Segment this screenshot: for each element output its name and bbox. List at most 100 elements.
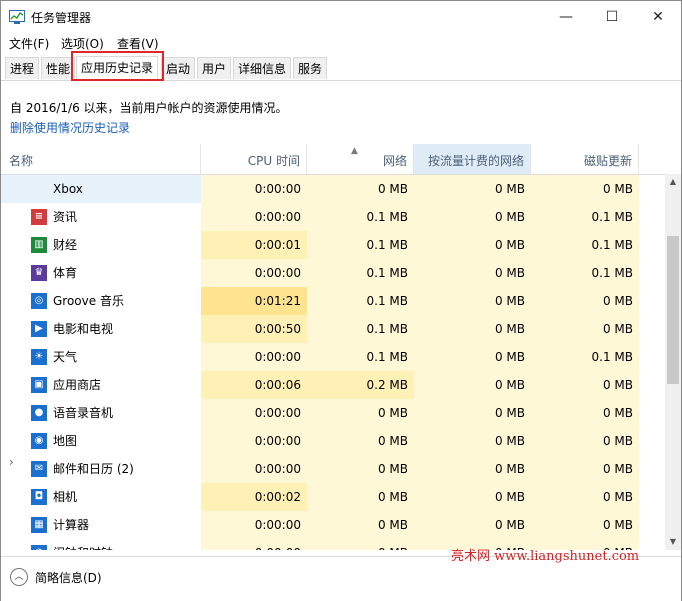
table-row[interactable]: ▣ 应用商店 0:00:06 0.2 MB 0 MB 0 MB: [1, 371, 665, 399]
cpu-time-cell: 0:00:06: [201, 371, 307, 399]
network-cell: 0.1 MB: [307, 343, 414, 371]
table-row[interactable]: ◘ 相机 0:00:02 0 MB 0 MB 0 MB: [1, 483, 665, 511]
network-cell: 0 MB: [307, 175, 414, 203]
minimize-button[interactable]: —: [543, 1, 589, 33]
network-cell: 0 MB: [307, 455, 414, 483]
app-history-table: 名称 CPU 时间 网络 按流量计费的网络 磁贴更新 ▲ XXbox0:00:0…: [1, 144, 665, 550]
tab-services[interactable]: 服务: [293, 57, 328, 79]
cpu-time-cell: 0:00:00: [201, 259, 307, 287]
tile-updates-cell: 0.1 MB: [531, 231, 639, 259]
tab-details[interactable]: 详细信息: [233, 57, 292, 79]
network-cell: 0 MB: [307, 483, 414, 511]
network-cell: 0 MB: [307, 511, 414, 539]
usage-info-text: 自 2016/1/6 以来，当前用户帐户的资源使用情况。: [10, 101, 288, 115]
cpu-time-cell: 0:00:01: [201, 231, 307, 259]
tile-updates-cell: 0.1 MB: [531, 259, 639, 287]
column-header-metered-network[interactable]: 按流量计费的网络: [414, 144, 531, 174]
chevron-up-icon[interactable]: ︿: [10, 568, 28, 586]
app-name: 电影和电视: [53, 322, 114, 336]
fewer-details-button[interactable]: 简略信息(D): [35, 569, 102, 586]
menu-options[interactable]: 选项(O): [61, 35, 104, 52]
tile-updates-cell: 0 MB: [531, 399, 639, 427]
scroll-up-icon[interactable]: ▲: [665, 174, 681, 190]
app-name: 计算器: [53, 518, 90, 532]
metered-network-cell: 0 MB: [414, 343, 531, 371]
menu-view[interactable]: 查看(V): [117, 35, 159, 52]
table-row[interactable]: ◎ Groove 音乐 0:01:21 0.1 MB 0 MB 0 MB: [1, 287, 665, 315]
close-button[interactable]: ✕: [635, 1, 681, 33]
tab-app-history[interactable]: 应用历史记录: [76, 56, 159, 80]
column-header-cpu-time[interactable]: CPU 时间: [201, 144, 307, 174]
network-cell: 0.1 MB: [307, 287, 414, 315]
table-header: 名称 CPU 时间 网络 按流量计费的网络 磁贴更新 ▲: [1, 144, 665, 175]
sort-up-icon: ▲: [351, 146, 358, 156]
app-name: 财经: [53, 238, 78, 252]
tile-updates-cell: 0 MB: [531, 315, 639, 343]
cpu-time-cell: 0:00:00: [201, 203, 307, 231]
app-name: Xbox: [1, 175, 201, 203]
cpu-time-cell: 0:00:00: [201, 427, 307, 455]
cpu-time-cell: 0:00:00: [201, 175, 307, 203]
app-name: 资讯: [53, 210, 78, 224]
metered-network-cell: 0 MB: [414, 511, 531, 539]
cpu-time-cell: 0:00:00: [201, 455, 307, 483]
task-manager-window: 任务管理器 — ☐ ✕ 文件(F) 选项(O) 查看(V) 进程 性能 应用历史…: [0, 0, 682, 601]
network-cell: 0.1 MB: [307, 259, 414, 287]
table-row[interactable]: ♛ 体育 0:00:00 0.1 MB 0 MB 0.1 MB: [1, 259, 665, 287]
app-name: 语音录音机: [53, 406, 114, 420]
tab-performance[interactable]: 性能: [41, 57, 76, 79]
tab-bar: 进程 性能 应用历史记录 启动 用户 详细信息 服务: [1, 56, 681, 81]
metered-network-cell: 0 MB: [414, 455, 531, 483]
tile-updates-cell: 0 MB: [531, 511, 639, 539]
menu-bar: 文件(F) 选项(O) 查看(V): [1, 33, 681, 53]
tile-updates-cell: 0 MB: [531, 483, 639, 511]
table-row[interactable]: XXbox0:00:000 MB0 MB0 MB: [1, 175, 665, 203]
metered-network-cell: 0 MB: [414, 483, 531, 511]
metered-network-cell: 0 MB: [414, 175, 531, 203]
metered-network-cell: 0 MB: [414, 231, 531, 259]
column-header-tile-updates[interactable]: 磁贴更新: [531, 144, 639, 174]
table-row[interactable]: ▥ 财经 0:00:01 0.1 MB 0 MB 0.1 MB: [1, 231, 665, 259]
metered-network-cell: 0 MB: [414, 203, 531, 231]
column-header-name[interactable]: 名称: [1, 144, 201, 174]
metered-network-cell: 0 MB: [414, 427, 531, 455]
menu-file[interactable]: 文件(F): [9, 35, 49, 52]
table-row[interactable]: ≡ 资讯 0:00:00 0.1 MB 0 MB 0.1 MB: [1, 203, 665, 231]
tile-updates-cell: 0 MB: [531, 427, 639, 455]
maximize-button[interactable]: ☐: [589, 1, 635, 33]
table-row[interactable]: ▶ 电影和电视 0:00:50 0.1 MB 0 MB 0 MB: [1, 315, 665, 343]
app-name: 闹钟和时钟: [1, 539, 201, 550]
scroll-down-icon[interactable]: ▼: [665, 534, 681, 550]
vertical-scrollbar[interactable]: ▲ ▼: [665, 174, 681, 550]
tab-processes[interactable]: 进程: [5, 57, 40, 79]
metered-network-cell: 0 MB: [414, 371, 531, 399]
network-cell: 0.1 MB: [307, 231, 414, 259]
network-cell: 0 MB: [307, 399, 414, 427]
table-row[interactable]: ☀ 天气 0:00:00 0.1 MB 0 MB 0.1 MB: [1, 343, 665, 371]
metered-network-cell: 0 MB: [414, 287, 531, 315]
watermark: 亮术网 www.liangshunet.com: [451, 549, 640, 564]
table-row[interactable]: ▦ 计算器 0:00:00 0 MB 0 MB 0 MB: [1, 511, 665, 539]
window-title: 任务管理器: [31, 11, 92, 25]
network-cell: 0.1 MB: [307, 315, 414, 343]
network-cell: 0.1 MB: [307, 203, 414, 231]
tile-updates-cell: 0 MB: [531, 287, 639, 315]
table-row[interactable]: › ✉ 邮件和日历 (2) 0:00:00 0 MB 0 MB 0 MB: [1, 455, 665, 483]
column-header-network[interactable]: 网络: [307, 144, 414, 174]
app-name: 天气: [53, 350, 78, 364]
task-manager-icon: [9, 10, 25, 24]
cpu-time-cell: 0:01:21: [201, 287, 307, 315]
tab-startup[interactable]: 启动: [161, 57, 196, 79]
app-name: 地图: [53, 434, 78, 448]
delete-usage-history-link[interactable]: 删除使用情况历史记录: [10, 119, 130, 136]
table-row[interactable]: ◉ 地图 0:00:00 0 MB 0 MB 0 MB: [1, 427, 665, 455]
title-bar[interactable]: 任务管理器 — ☐ ✕: [1, 1, 681, 33]
network-cell: 0.2 MB: [307, 371, 414, 399]
tile-updates-cell: 0 MB: [531, 455, 639, 483]
scrollbar-thumb[interactable]: [667, 236, 679, 384]
metered-network-cell: 0 MB: [414, 259, 531, 287]
tab-users[interactable]: 用户: [197, 57, 232, 79]
table-row[interactable]: ● 语音录音机 0:00:00 0 MB 0 MB 0 MB: [1, 399, 665, 427]
cpu-time-cell: 0:00:00: [201, 399, 307, 427]
app-name: 应用商店: [53, 378, 102, 392]
